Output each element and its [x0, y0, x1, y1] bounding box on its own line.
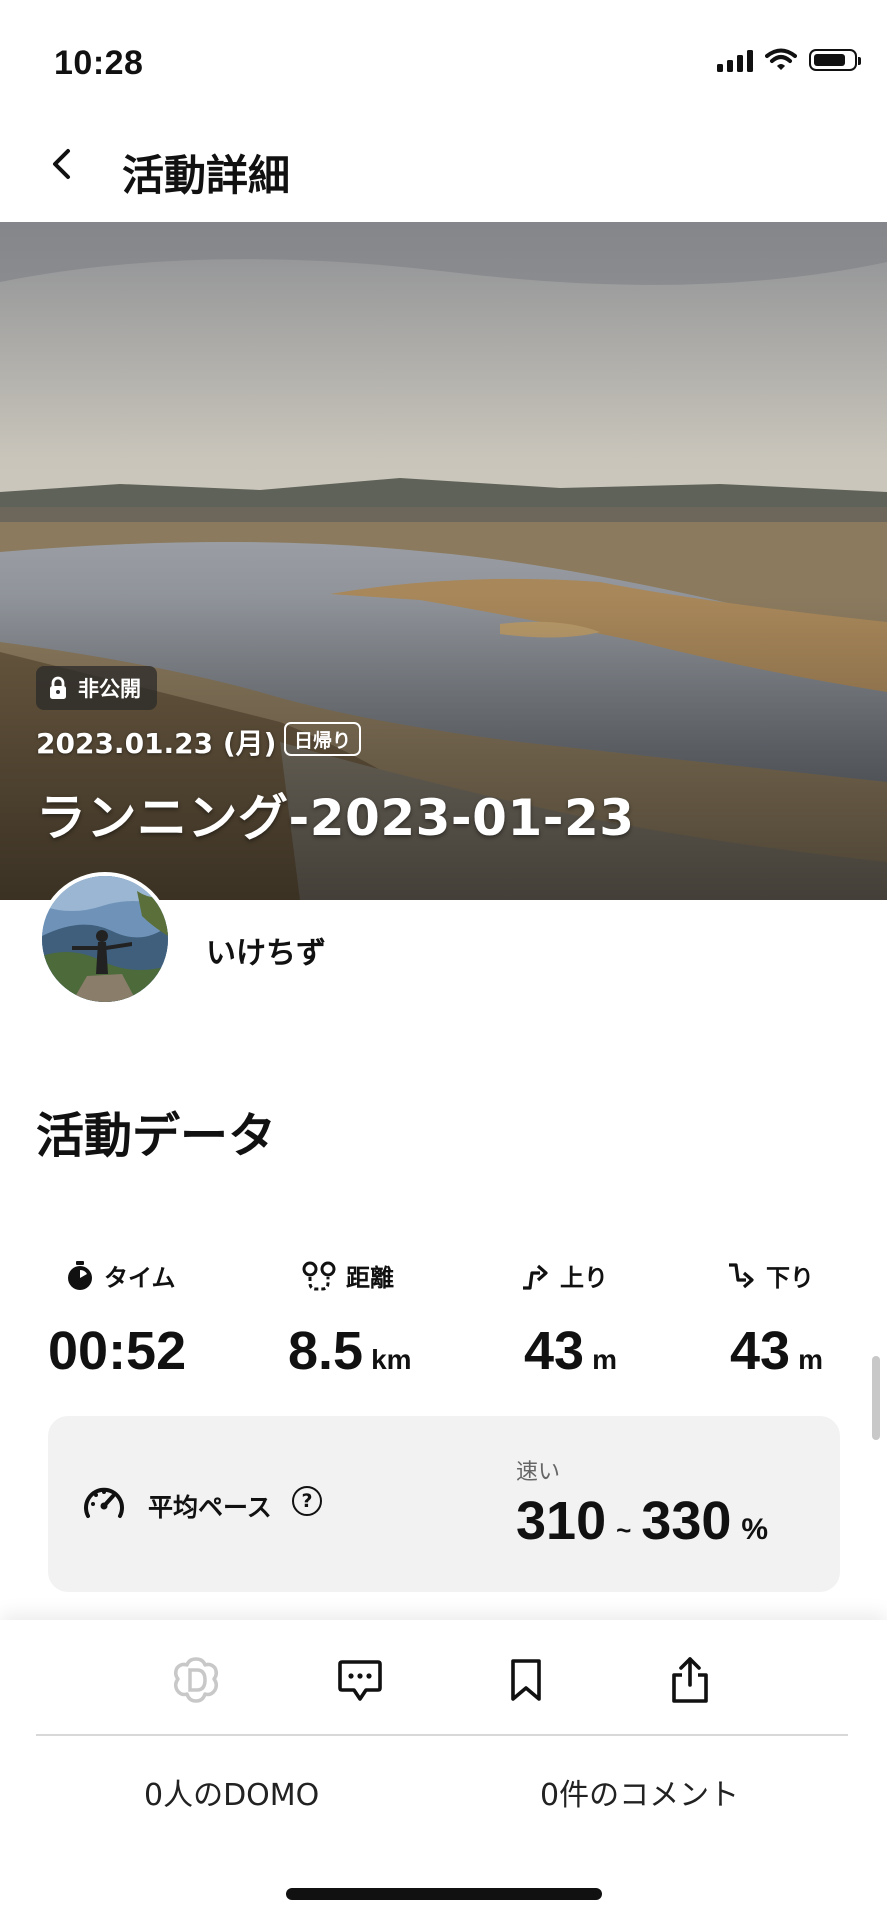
help-icon[interactable]: ? [292, 1486, 322, 1516]
stat-label-descent: 下り [726, 1258, 814, 1293]
stat-label-ascent: 上り [520, 1258, 608, 1293]
stat-unit: m [798, 1344, 823, 1375]
stat-value-descent: 43 m [730, 1320, 823, 1382]
stat-number: 43 [730, 1321, 791, 1381]
pace-value: 310 ~ 330 % [516, 1490, 768, 1552]
privacy-badge: 非公開 [36, 666, 157, 710]
stat-label-text: 距離 [346, 1264, 394, 1292]
bookmark-icon [511, 1659, 541, 1701]
ascent-icon [523, 1264, 548, 1290]
pace-range-separator: ~ [616, 1515, 632, 1545]
divider [36, 1734, 848, 1736]
stat-number: 8.5 [288, 1321, 364, 1381]
domo-button[interactable] [166, 1650, 226, 1710]
wifi-icon [765, 48, 797, 70]
speedometer-icon [84, 1487, 124, 1518]
avatar[interactable] [38, 872, 172, 1006]
pace-label: 平均ペース [148, 1493, 272, 1522]
chevron-left-icon[interactable] [44, 146, 80, 182]
stat-number: 43 [524, 1321, 585, 1381]
battery-icon [809, 49, 861, 71]
domo-icon [173, 1657, 219, 1703]
trip-type-badge: 日帰り [284, 722, 362, 756]
comment-button[interactable] [330, 1650, 390, 1710]
lock-icon [50, 676, 66, 699]
signal-icon [717, 48, 753, 72]
stat-label-distance: 距離 [302, 1258, 394, 1293]
stopwatch-icon [68, 1260, 92, 1290]
pace-unit: % [741, 1513, 769, 1546]
stat-value-time: 00:52 [48, 1320, 186, 1382]
bottom-action-bar [0, 1620, 887, 1920]
stat-number: 00:52 [48, 1321, 187, 1381]
comment-icon [338, 1660, 382, 1701]
activity-title: ランニング-2023-01-23 [36, 789, 635, 847]
status-time: 10:28 [54, 44, 144, 82]
user-name[interactable]: いけちず [206, 928, 326, 972]
stat-value-ascent: 43 m [524, 1320, 617, 1382]
activity-date: 2023.01.23 (月) [36, 727, 277, 760]
pace-speed-label: 速い [516, 1460, 561, 1485]
domo-count-link[interactable]: 0人のDOMO [144, 1770, 319, 1814]
status-icons [717, 48, 861, 72]
privacy-label: 非公開 [78, 677, 141, 701]
comment-count-link[interactable]: 0件のコメント [540, 1770, 739, 1814]
stat-unit: km [371, 1344, 412, 1375]
pace-range-high: 330 [641, 1491, 732, 1551]
share-icon [672, 1657, 708, 1703]
share-button[interactable] [660, 1650, 720, 1710]
descent-icon [729, 1262, 754, 1288]
stat-label-text: タイム [104, 1264, 176, 1292]
route-icon [302, 1261, 336, 1290]
section-title: 活動データ [36, 1108, 277, 1164]
bookmark-button[interactable] [496, 1650, 556, 1710]
stat-label-time: タイム [66, 1258, 176, 1293]
pace-range-low: 310 [516, 1491, 607, 1551]
home-indicator [286, 1888, 602, 1900]
stat-label-text: 下り [766, 1264, 814, 1292]
stat-unit: m [592, 1344, 617, 1375]
page-title: 活動詳細 [122, 151, 291, 200]
stat-value-distance: 8.5 km [288, 1320, 412, 1382]
stat-label-text: 上り [560, 1264, 608, 1292]
scrollbar[interactable] [872, 1356, 880, 1440]
